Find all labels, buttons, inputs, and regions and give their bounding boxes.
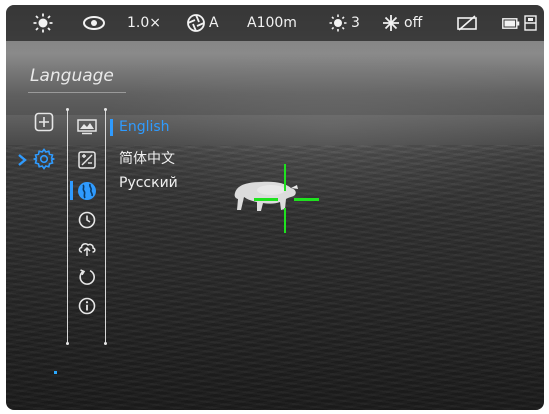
clock-icon	[78, 211, 96, 229]
language-option-russian[interactable]: Русский	[119, 175, 178, 191]
menu-title: Language	[30, 66, 114, 86]
reticle-horizontal-right	[294, 198, 319, 201]
eye-icon	[83, 16, 105, 30]
chevron-right-icon	[18, 154, 27, 166]
divider-right	[105, 110, 106, 344]
calibration-mode: A	[209, 15, 219, 31]
submenu-time[interactable]	[76, 209, 98, 231]
reticle-vertical-top	[284, 164, 286, 191]
language-option-english[interactable]: English	[119, 119, 170, 135]
zoom-value: 1.0×	[127, 15, 161, 31]
view-mode-indicator	[83, 5, 105, 41]
ir-indicator: off	[382, 5, 422, 41]
indicator-dot	[54, 371, 57, 374]
reticle-vertical-bottom	[284, 208, 286, 233]
divider-left	[67, 110, 68, 344]
storage-indicator	[524, 5, 537, 41]
sun-icon	[33, 13, 53, 33]
display-brightness-value: 3	[351, 15, 360, 31]
title-underline	[28, 92, 126, 93]
cloud-upload-icon	[78, 243, 96, 256]
calibration-icon	[78, 151, 96, 169]
submenu-calibration[interactable]	[76, 149, 98, 171]
zoom-indicator: 1.0×	[127, 5, 161, 41]
divider-left-top-dot	[66, 108, 69, 111]
battery-indicator	[502, 5, 520, 41]
category-add[interactable]	[33, 111, 55, 133]
gear-icon	[33, 148, 55, 170]
submenu-info[interactable]	[76, 295, 98, 317]
reticle-horizontal-left	[254, 198, 278, 201]
divider-left-bottom-dot	[66, 342, 69, 345]
battery-icon	[502, 17, 520, 29]
display-icon	[77, 119, 97, 135]
brightness-indicator	[33, 5, 53, 41]
info-icon	[78, 297, 96, 315]
shutter-icon	[187, 14, 205, 32]
thermal-viewfinder: 1.0× A A100m 3 off Language English 简体中文…	[6, 5, 544, 410]
submenu-reset[interactable]	[76, 266, 98, 288]
pip-indicator	[457, 5, 477, 41]
divider-right-top-dot	[104, 108, 107, 111]
sun-small-icon	[329, 14, 347, 32]
submenu-upload[interactable]	[76, 237, 98, 259]
ir-icon	[383, 15, 399, 31]
language-option-chinese[interactable]: 简体中文	[119, 148, 175, 168]
storage-icon	[524, 15, 537, 31]
rangefinder-indicator: A100m	[247, 5, 297, 41]
plus-square-icon	[34, 112, 54, 132]
thermal-boar	[234, 181, 298, 211]
submenu-selection-bar	[70, 181, 73, 200]
ir-mode-value: off	[404, 15, 423, 31]
category-settings[interactable]	[33, 148, 55, 170]
globe-icon	[78, 182, 96, 200]
display-off-icon	[457, 15, 477, 31]
status-bar: 1.0× A A100m 3 off	[6, 5, 544, 41]
rangefinder-value: A100m	[247, 15, 297, 31]
language-selection-bar	[110, 119, 113, 136]
divider-right-bottom-dot	[104, 342, 107, 345]
submenu-display[interactable]	[76, 116, 98, 138]
calibration-indicator: A	[187, 5, 219, 41]
active-category-marker	[15, 149, 29, 171]
submenu-language[interactable]	[76, 180, 98, 202]
reset-icon	[79, 269, 95, 285]
display-brightness-indicator: 3	[329, 5, 360, 41]
